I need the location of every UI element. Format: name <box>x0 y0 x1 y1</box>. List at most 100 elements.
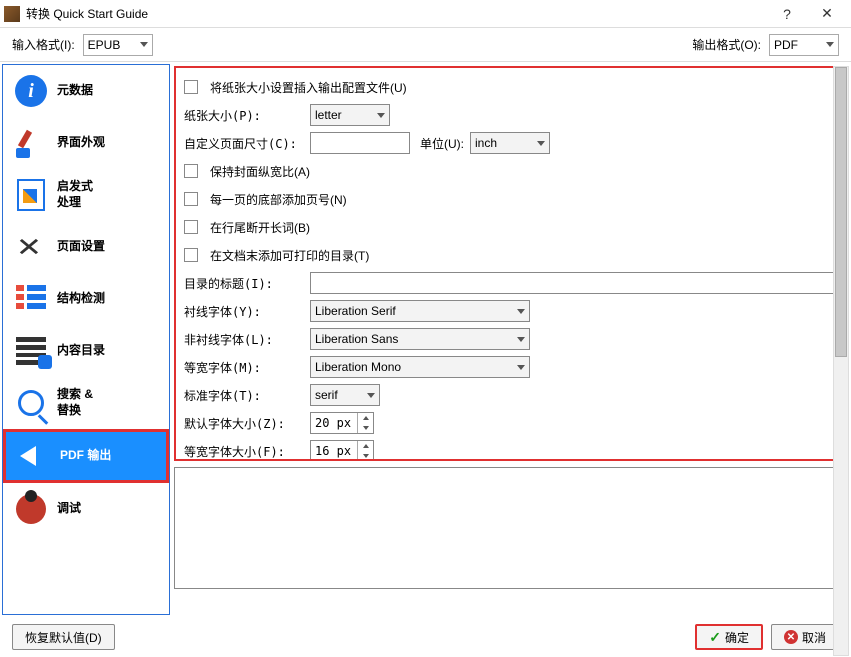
chevron-down-icon <box>537 141 545 146</box>
ok-button[interactable]: ✓确定 <box>695 624 763 650</box>
brush-icon <box>16 128 46 158</box>
insert-paper-size-checkbox[interactable] <box>184 80 198 94</box>
input-format-label: 输入格式(I): <box>12 36 75 53</box>
input-format-combo[interactable]: EPUB <box>83 34 153 56</box>
sans-font-combo[interactable]: Liberation Sans <box>310 328 530 350</box>
spin-up[interactable] <box>358 413 373 423</box>
chevron-down-icon <box>517 309 525 314</box>
sidebar-item-page-setup[interactable]: 页面设置 <box>3 221 169 273</box>
sidebar-item-structure[interactable]: 结构检测 <box>3 273 169 325</box>
back-arrow-icon <box>20 442 48 470</box>
unit-label: 单位(U): <box>420 135 464 152</box>
format-toolbar: 输入格式(I): EPUB 输出格式(O): PDF <box>0 28 851 62</box>
mono-font-value: Liberation Mono <box>315 360 401 374</box>
check-icon: ✓ <box>709 629 721 646</box>
toc-title-input[interactable] <box>310 272 839 294</box>
close-button[interactable]: ✕ <box>807 0 847 28</box>
sidebar-item-metadata[interactable]: i 元数据 <box>3 65 169 117</box>
break-long-label: 在行尾断开长词(B) <box>210 219 310 236</box>
sidebar-item-toc[interactable]: 内容目录 <box>3 325 169 377</box>
custom-size-input[interactable] <box>310 132 410 154</box>
spin-down[interactable] <box>358 451 373 461</box>
sidebar-item-label: 启发式 处理 <box>57 179 93 210</box>
toc-icon <box>16 337 46 365</box>
mono-size-spinner[interactable] <box>310 440 374 461</box>
tools-icon <box>16 232 46 262</box>
insert-paper-size-label: 将纸张大小设置插入输出配置文件(U) <box>210 79 407 96</box>
bug-icon <box>16 494 46 524</box>
spin-up[interactable] <box>358 441 373 451</box>
heuristic-icon <box>17 179 45 211</box>
default-size-spinner[interactable] <box>310 412 374 434</box>
paper-size-combo[interactable]: letter <box>310 104 390 126</box>
chevron-down-icon <box>826 42 834 47</box>
sidebar-item-label: 内容目录 <box>57 343 105 359</box>
add-footer-checkbox[interactable] <box>184 192 198 206</box>
std-font-value: serif <box>315 388 338 402</box>
sidebar-item-label: 结构检测 <box>57 291 105 307</box>
chevron-down-icon <box>517 365 525 370</box>
unit-value: inch <box>475 136 497 150</box>
std-font-combo[interactable]: serif <box>310 384 380 406</box>
pdf-output-form: 将纸张大小设置插入输出配置文件(U) 纸张大小(P): letter 自定义页面… <box>174 66 849 461</box>
output-format-combo[interactable]: PDF <box>769 34 839 56</box>
toc-title-label: 目录的标题(I): <box>184 275 304 292</box>
scrollbar-thumb[interactable] <box>835 67 847 357</box>
footer: 恢复默认值(D) ✓确定 ✕ 取消 <box>0 617 851 657</box>
default-size-value[interactable] <box>311 413 357 433</box>
structure-icon <box>16 285 46 313</box>
info-icon: i <box>15 75 47 107</box>
sidebar-item-debug[interactable]: 调试 <box>3 483 169 535</box>
sidebar-item-label: 调试 <box>57 501 81 517</box>
close-icon: ✕ <box>784 630 798 644</box>
paper-size-label: 纸张大小(P): <box>184 107 304 124</box>
add-toc-label: 在文档末添加可打印的目录(T) <box>210 247 369 264</box>
cancel-button[interactable]: ✕ 取消 <box>771 624 839 650</box>
serif-font-value: Liberation Serif <box>315 304 396 318</box>
preserve-cover-checkbox[interactable] <box>184 164 198 178</box>
spin-down[interactable] <box>358 423 373 433</box>
sidebar-item-look-feel[interactable]: 界面外观 <box>3 117 169 169</box>
sidebar-item-label: 搜索 & 替换 <box>57 387 93 418</box>
help-button[interactable]: ? <box>767 0 807 28</box>
sidebar-item-label: PDF 输出 <box>60 448 111 464</box>
chevron-down-icon <box>517 337 525 342</box>
default-size-label: 默认字体大小(Z): <box>184 415 304 432</box>
serif-font-combo[interactable]: Liberation Serif <box>310 300 530 322</box>
sidebar-item-search-replace[interactable]: 搜索 & 替换 <box>3 377 169 429</box>
search-icon <box>18 390 44 416</box>
mono-font-label: 等宽字体(M): <box>184 359 304 376</box>
restore-defaults-button[interactable]: 恢复默认值(D) <box>12 624 115 650</box>
add-footer-label: 每一页的底部添加页号(N) <box>210 191 347 208</box>
scrollbar[interactable] <box>833 66 849 656</box>
sans-font-value: Liberation Sans <box>315 332 398 346</box>
app-icon <box>4 6 20 22</box>
cancel-label: 取消 <box>802 629 826 646</box>
main-panel: 将纸张大小设置插入输出配置文件(U) 纸张大小(P): letter 自定义页面… <box>172 62 851 617</box>
sans-font-label: 非衬线字体(L): <box>184 331 304 348</box>
sidebar-item-heuristic[interactable]: 启发式 处理 <box>3 169 169 221</box>
mono-font-combo[interactable]: Liberation Mono <box>310 356 530 378</box>
chevron-down-icon <box>367 393 375 398</box>
sidebar-item-label: 页面设置 <box>57 239 105 255</box>
add-toc-checkbox[interactable] <box>184 248 198 262</box>
sidebar-item-label: 界面外观 <box>57 135 105 151</box>
chevron-down-icon <box>140 42 148 47</box>
break-long-checkbox[interactable] <box>184 220 198 234</box>
mono-size-label: 等宽字体大小(F): <box>184 443 304 460</box>
restore-label: 恢复默认值(D) <box>25 629 102 646</box>
unit-combo[interactable]: inch <box>470 132 550 154</box>
extra-textarea[interactable] <box>174 467 849 589</box>
chevron-down-icon <box>377 113 385 118</box>
preserve-cover-label: 保持封面纵宽比(A) <box>210 163 310 180</box>
custom-size-label: 自定义页面尺寸(C): <box>184 135 304 152</box>
mono-size-value[interactable] <box>311 441 357 461</box>
titlebar: 转换 Quick Start Guide ? ✕ <box>0 0 851 28</box>
std-font-label: 标准字体(T): <box>184 387 304 404</box>
window-title: 转换 Quick Start Guide <box>26 5 767 22</box>
ok-label: 确定 <box>725 629 749 646</box>
paper-size-value: letter <box>315 108 342 122</box>
serif-font-label: 衬线字体(Y): <box>184 303 304 320</box>
input-format-value: EPUB <box>88 38 121 52</box>
sidebar-item-pdf-output[interactable]: PDF 输出 <box>3 429 169 483</box>
